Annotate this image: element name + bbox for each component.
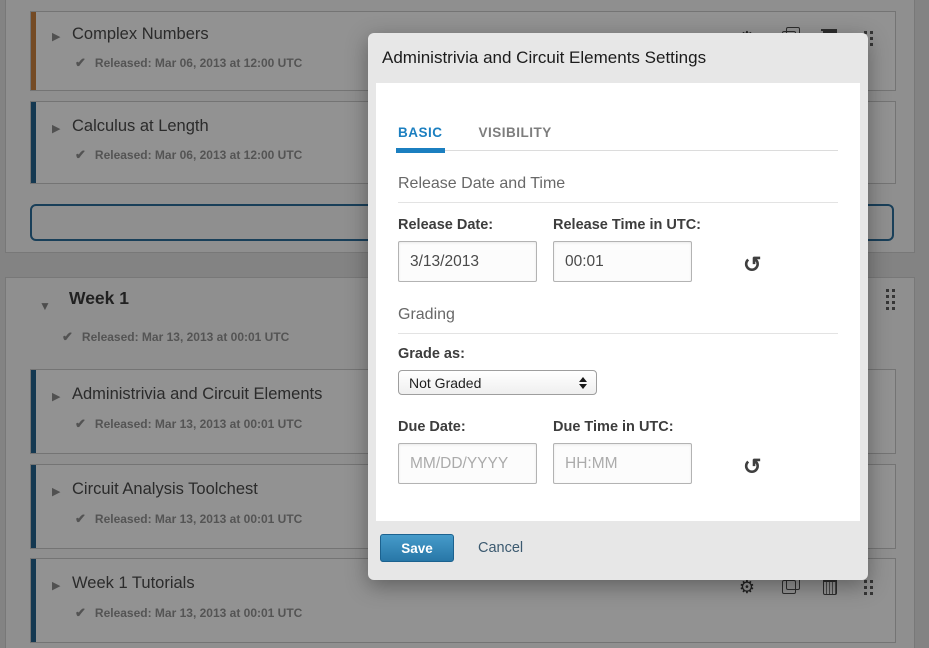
save-button[interactable]: Save: [380, 534, 454, 562]
release-fields: Release Date: Release Time in UTC: ↺: [398, 217, 838, 282]
tab-bar: BASIC VISIBILITY: [398, 125, 838, 151]
release-section-heading: Release Date and Time: [398, 175, 838, 203]
release-date-input[interactable]: [398, 241, 537, 282]
due-date-group: Due Date:: [398, 419, 537, 484]
modal-body: BASIC VISIBILITY Release Date and Time R…: [376, 83, 860, 521]
modal-footer: Save Cancel: [368, 521, 868, 580]
release-time-input[interactable]: [553, 241, 692, 282]
release-date-label: Release Date:: [398, 217, 537, 233]
due-date-label: Due Date:: [398, 419, 537, 435]
due-date-input[interactable]: [398, 443, 537, 484]
modal-title: Administrivia and Circuit Elements Setti…: [368, 33, 868, 80]
reset-release-icon[interactable]: ↺: [743, 254, 761, 276]
release-time-group: Release Time in UTC:: [553, 217, 692, 282]
cancel-link[interactable]: Cancel: [478, 540, 523, 556]
grade-as-value: Not Graded: [409, 375, 481, 391]
settings-modal: Administrivia and Circuit Elements Setti…: [368, 33, 868, 580]
release-date-group: Release Date:: [398, 217, 537, 282]
release-time-label: Release Time in UTC:: [553, 217, 692, 233]
grading-section-heading: Grading: [398, 306, 838, 334]
due-time-input[interactable]: [553, 443, 692, 484]
grade-as-select[interactable]: Not Graded: [398, 370, 597, 395]
reset-due-icon[interactable]: ↺: [743, 456, 761, 478]
due-time-label: Due Time in UTC:: [553, 419, 692, 435]
due-fields: Due Date: Due Time in UTC: ↺: [398, 419, 838, 484]
tab-basic[interactable]: BASIC: [398, 125, 443, 150]
select-stepper-icon: [579, 377, 587, 389]
tab-visibility[interactable]: VISIBILITY: [479, 125, 552, 150]
due-time-group: Due Time in UTC:: [553, 419, 692, 484]
course-outline-page: ▶ Complex Numbers ✔ Released: Mar 06, 20…: [0, 0, 929, 648]
grade-as-label: Grade as:: [398, 346, 838, 362]
